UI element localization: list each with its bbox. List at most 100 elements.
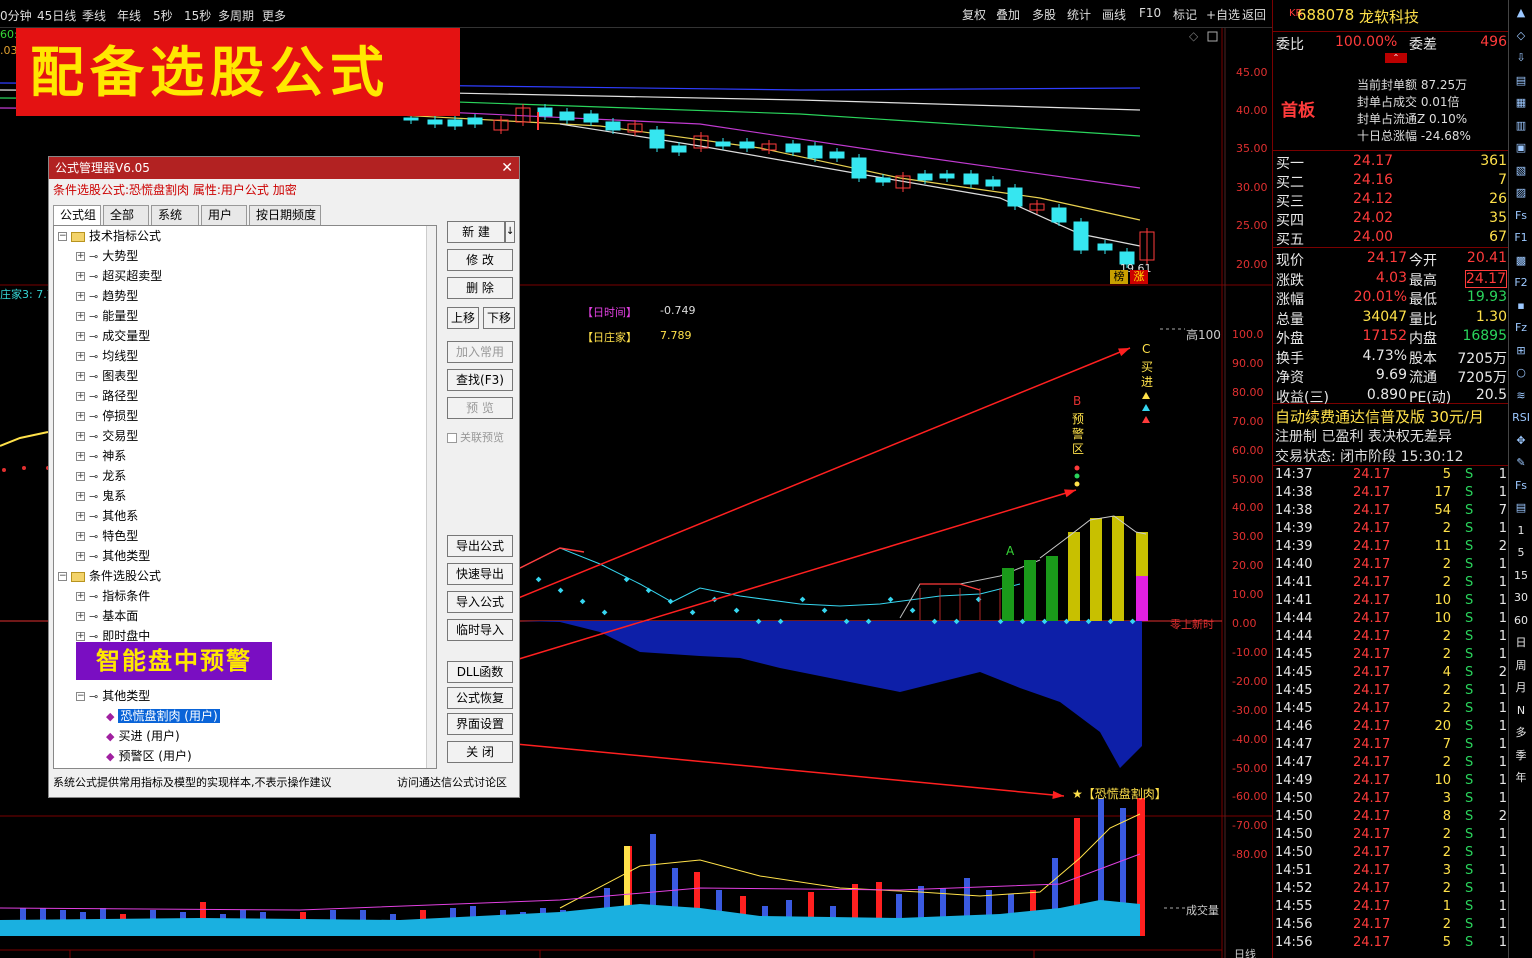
side-tool-icon[interactable]: ▤: [1511, 72, 1531, 90]
toolbar-button-3[interactable]: 统计: [1067, 6, 1091, 23]
side-tool-icon[interactable]: Fs: [1511, 207, 1531, 225]
dialog-button-13[interactable]: 公式恢复: [447, 687, 513, 709]
dialog-button-5[interactable]: 加入常用: [447, 341, 513, 363]
side-tool-icon[interactable]: ⇩: [1511, 49, 1531, 67]
period-tab-4[interactable]: 5秒: [153, 7, 173, 24]
tree-item[interactable]: + ⊸ 神系: [76, 446, 126, 466]
side-tool-icon[interactable]: ○: [1511, 364, 1531, 382]
tree-item[interactable]: + ⊸ 路径型: [76, 386, 138, 406]
dialog-button-6[interactable]: 查找(F3): [447, 369, 513, 391]
tree-item[interactable]: + ⊸ 能量型: [76, 306, 138, 326]
period-tab-7[interactable]: 更多: [262, 7, 286, 24]
side-tool-icon[interactable]: ✥: [1511, 432, 1531, 450]
close-icon[interactable]: ✕: [501, 157, 513, 179]
side-tool-icon[interactable]: 15: [1511, 567, 1531, 585]
tree-item[interactable]: + ⊸ 成交量型: [76, 326, 150, 346]
side-tool-icon[interactable]: RSI: [1511, 409, 1531, 427]
side-tool-icon[interactable]: 季: [1511, 747, 1531, 765]
tree-item[interactable]: + ⊸ 图表型: [76, 366, 138, 386]
period-tab-0[interactable]: 0分钟: [0, 7, 32, 24]
side-tool-icon[interactable]: N: [1511, 702, 1531, 720]
dialog-button-12[interactable]: DLL函数: [447, 661, 513, 683]
tree-item[interactable]: + ⊸ 其他类型: [76, 546, 150, 566]
side-tool-icon[interactable]: F2: [1511, 274, 1531, 292]
dialog-button-3[interactable]: 上移: [447, 307, 479, 329]
tree-leaf-formula[interactable]: ◆ 预警区 (用户): [106, 746, 192, 766]
tree-leaf-formula[interactable]: ◆ 买进 (用户): [106, 726, 180, 746]
side-tool-icon[interactable]: 5: [1511, 544, 1531, 562]
period-tab-6[interactable]: 多周期: [218, 7, 254, 24]
toolbar-button-8[interactable]: 返回: [1242, 6, 1266, 23]
side-tool-icon[interactable]: ≋: [1511, 387, 1531, 405]
tab-formula-group[interactable]: 公式组: [53, 205, 101, 226]
side-tool-icon[interactable]: Fz: [1511, 319, 1531, 337]
side-tool-icon[interactable]: ▪: [1511, 297, 1531, 315]
tree-item[interactable]: + ⊸ 交易型: [76, 426, 138, 446]
side-tool-icon[interactable]: ▤: [1511, 499, 1531, 517]
side-tool-icon[interactable]: 60: [1511, 612, 1531, 630]
toolbar-button-2[interactable]: 多股: [1032, 6, 1056, 23]
dialog-button-9[interactable]: 快速导出: [447, 563, 513, 585]
dialog-button-15[interactable]: 关 闭: [447, 741, 513, 763]
side-tool-icon[interactable]: 周: [1511, 657, 1531, 675]
tree-item[interactable]: + ⊸ 龙系: [76, 466, 126, 486]
toolbar-button-7[interactable]: +自选: [1206, 6, 1240, 23]
side-tool-icon[interactable]: ⊞: [1511, 342, 1531, 360]
checkbox-box[interactable]: [447, 433, 457, 443]
toolbar-button-1[interactable]: 叠加: [996, 6, 1020, 23]
tab-all[interactable]: 全部: [103, 205, 149, 225]
toolbar-button-6[interactable]: 标记: [1173, 6, 1197, 23]
side-tool-icon[interactable]: 月: [1511, 679, 1531, 697]
side-tool-icon[interactable]: ▥: [1511, 117, 1531, 135]
toolbar-button-5[interactable]: F10: [1139, 6, 1161, 20]
dialog-button-14[interactable]: 界面设置: [447, 713, 513, 735]
promo-row[interactable]: 自动续费通达信普及版 30元/月: [1273, 406, 1508, 426]
tree-item[interactable]: + ⊸ 鬼系: [76, 486, 126, 506]
tree-item[interactable]: + ⊸ 超买超卖型: [76, 266, 162, 286]
toolbar-button-4[interactable]: 画线: [1102, 6, 1126, 23]
tree-item[interactable]: + ⊸ 大势型: [76, 246, 138, 266]
tree-folder-technical[interactable]: − 技术指标公式: [58, 226, 161, 246]
tree-item[interactable]: + ⊸ 特色型: [76, 526, 138, 546]
side-tool-icon[interactable]: ▦: [1511, 94, 1531, 112]
tree-item[interactable]: + ⊸ 基本面: [76, 606, 138, 626]
period-tab-2[interactable]: 季线: [82, 7, 106, 24]
side-tool-icon[interactable]: 日: [1511, 634, 1531, 652]
formula-tree[interactable]: − 技术指标公式 + ⊸ 大势型 + ⊸ 超买超卖型 + ⊸ 趋势型 + ⊸ 能量型 + ⊸ 成交量型 + ⊸ 均线型…: [53, 225, 437, 769]
tree-folder-screening[interactable]: − 条件选股公式: [58, 566, 161, 586]
tree-leaf-formula[interactable]: ◆ 恐慌盘割肉 (用户): [106, 706, 220, 726]
side-tool-icon[interactable]: ▧: [1511, 162, 1531, 180]
period-tab-5[interactable]: 15秒: [184, 7, 211, 24]
collapse-icon[interactable]: ⌃: [1385, 53, 1407, 63]
side-tool-icon[interactable]: 30: [1511, 589, 1531, 607]
period-tab-3[interactable]: 年线: [117, 7, 141, 24]
side-tool-icon[interactable]: F1: [1511, 229, 1531, 247]
tab-user[interactable]: 用户: [201, 205, 247, 225]
dialog-button-10[interactable]: 导入公式: [447, 591, 513, 613]
side-tool-icon[interactable]: 1: [1511, 522, 1531, 540]
dialog-button-7[interactable]: 预 览: [447, 397, 513, 419]
side-tool-icon[interactable]: 年: [1511, 769, 1531, 787]
toolbar-button-0[interactable]: 复权: [962, 6, 986, 23]
tab-system[interactable]: 系统: [151, 205, 199, 225]
dialog-button-11[interactable]: 临时导入: [447, 619, 513, 641]
tree-scrollbar[interactable]: [426, 226, 436, 768]
side-tool-icon[interactable]: 多: [1511, 724, 1531, 742]
side-tool-icon[interactable]: ▨: [1511, 184, 1531, 202]
tree-item-other-type[interactable]: − ⊸ 其他类型: [76, 686, 150, 706]
side-tool-icon[interactable]: Fs: [1511, 477, 1531, 495]
side-tool-icon[interactable]: ▩: [1511, 252, 1531, 270]
dialog-button-4[interactable]: 下移: [483, 307, 515, 329]
dialog-button-8[interactable]: 导出公式: [447, 535, 513, 557]
side-tool-icon[interactable]: ◇: [1511, 27, 1531, 45]
dialog-button-2[interactable]: 删 除: [447, 277, 513, 299]
tree-item[interactable]: + ⊸ 趋势型: [76, 286, 138, 306]
tree-item[interactable]: + ⊸ 其他系: [76, 506, 138, 526]
tree-item[interactable]: + ⊸ 停损型: [76, 406, 138, 426]
footer-forum-link[interactable]: 访问通达信公式讨论区: [397, 773, 507, 793]
link-preview-checkbox[interactable]: 关联预览: [447, 429, 517, 445]
side-tool-icon[interactable]: ▲: [1511, 4, 1531, 22]
side-tool-icon[interactable]: ▣: [1511, 139, 1531, 157]
tab-by-frequency[interactable]: 按日期频度: [249, 205, 321, 225]
dialog-button-1[interactable]: 修 改: [447, 249, 513, 271]
